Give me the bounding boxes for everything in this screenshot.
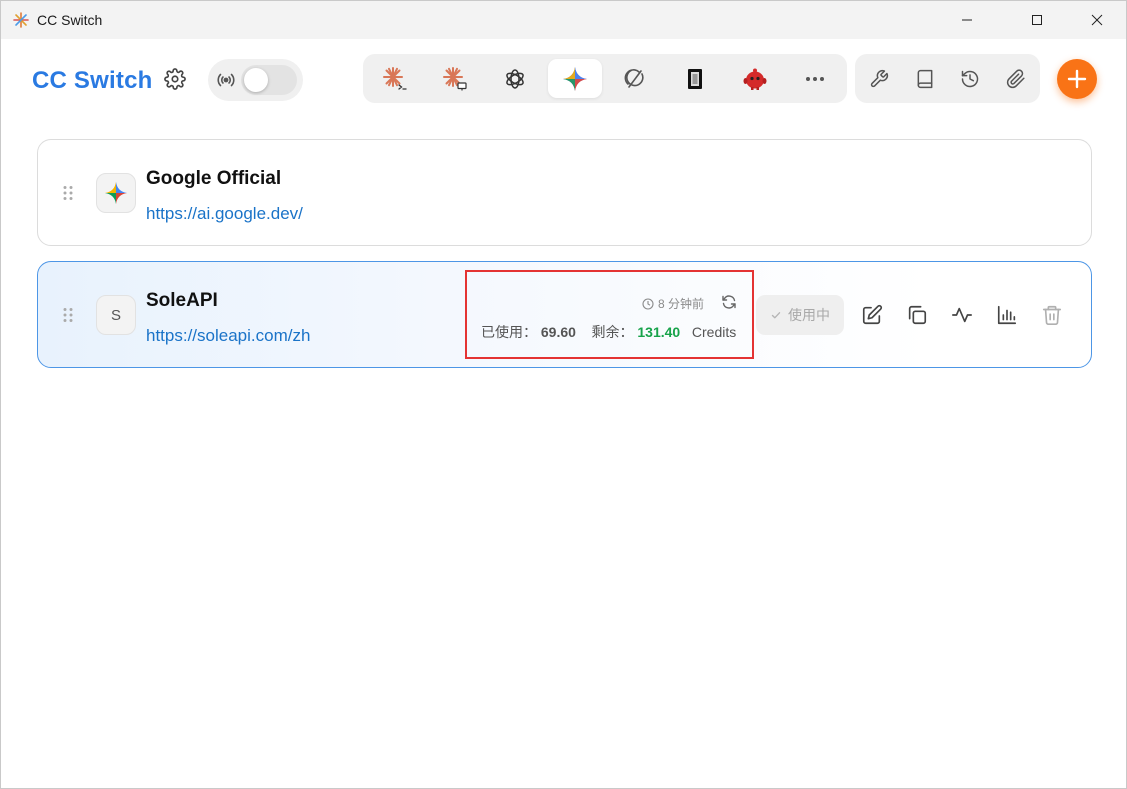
used-value: 69.60 [540,324,576,340]
tab-claude-code[interactable] [368,59,422,98]
remain-label: 剩余： [591,324,634,340]
wrench-icon [870,69,889,88]
claude-desktop-icon [443,66,467,90]
proxy-toggle-group [208,59,303,101]
plus-icon [1067,69,1087,89]
minimize-icon [962,19,972,21]
drag-handle-icon[interactable] [62,307,74,323]
usage-updated-time: 8 分钟前 [642,295,704,312]
in-use-label: 使用中 [788,307,830,323]
bar-chart-icon[interactable] [996,304,1018,326]
more-icon [806,76,824,81]
provider-name: SoleAPI [146,290,218,311]
usage-time-text: 8 分钟前 [657,297,704,311]
openai-icon [506,68,524,89]
opencode-icon [624,68,644,88]
add-provider-button[interactable] [1057,59,1097,99]
credits-unit: Credits [691,324,737,340]
gear-icon[interactable] [164,68,186,90]
tab-openai[interactable] [488,59,542,98]
activity-icon[interactable] [951,304,973,326]
usage-panel: 8 分钟前 已使用： 69.60 剩余： 131.40 Credits [465,270,754,359]
remain-value: 131.40 [637,324,681,340]
copy-icon[interactable] [906,304,928,326]
used-label: 已使用： [481,324,537,340]
app-tabs [363,54,847,103]
book-icon [917,69,933,89]
history-icon [961,70,979,88]
brand-title[interactable]: CC Switch [32,67,152,95]
app-logo-icon [13,12,29,28]
minimize-button[interactable] [944,1,990,39]
clock-icon [642,297,654,310]
title-bar: CC Switch [1,1,1126,39]
provider-url-link[interactable]: https://ai.google.dev/ [146,204,303,224]
provider-url-link[interactable]: https://soleapi.com/zh [146,326,310,346]
trash-icon[interactable] [1041,304,1063,326]
provider-avatar [96,173,136,213]
tab-opencode[interactable] [608,59,662,98]
tab-terminal-app[interactable] [668,59,722,98]
provider-card[interactable]: Google Official https://ai.google.dev/ [37,139,1092,246]
proxy-toggle[interactable] [241,65,297,95]
tab-red-bot[interactable] [728,59,782,98]
close-button[interactable] [1074,1,1120,39]
gemini-icon [104,181,128,205]
history-tool-button[interactable] [957,66,983,92]
broadcast-icon [217,73,235,87]
maximize-button[interactable] [1014,1,1060,39]
provider-avatar: S [96,295,136,335]
attachment-tool-button[interactable] [1003,66,1029,92]
claude-code-icon [383,66,407,90]
usage-summary: 已使用： 69.60 剩余： 131.40 Credits [481,322,736,342]
provider-card-active[interactable]: S SoleAPI https://soleapi.com/zh 8 分钟前 已… [37,261,1092,368]
toggle-knob [244,68,268,92]
paperclip-icon [1006,69,1025,89]
tab-gemini[interactable] [548,59,602,98]
app-window: CC Switch CC Switch Google Official http… [0,0,1127,789]
check-icon [771,312,781,319]
in-use-button[interactable]: 使用中 [756,295,844,335]
edit-icon[interactable] [861,304,883,326]
drag-handle-icon[interactable] [62,185,74,201]
close-icon [1091,14,1103,26]
provider-name: Google Official [146,168,282,189]
settings-tool-button[interactable] [866,66,892,92]
docs-tool-button[interactable] [912,66,938,92]
tools-group [855,54,1040,103]
refresh-icon[interactable] [721,294,737,310]
red-bot-icon [743,68,767,90]
tab-claude-desktop[interactable] [428,59,482,98]
maximize-icon [1032,15,1042,25]
gemini-icon [563,66,587,91]
terminal-app-icon [688,68,702,89]
tab-more[interactable] [788,59,842,98]
window-title: CC Switch [37,12,103,28]
